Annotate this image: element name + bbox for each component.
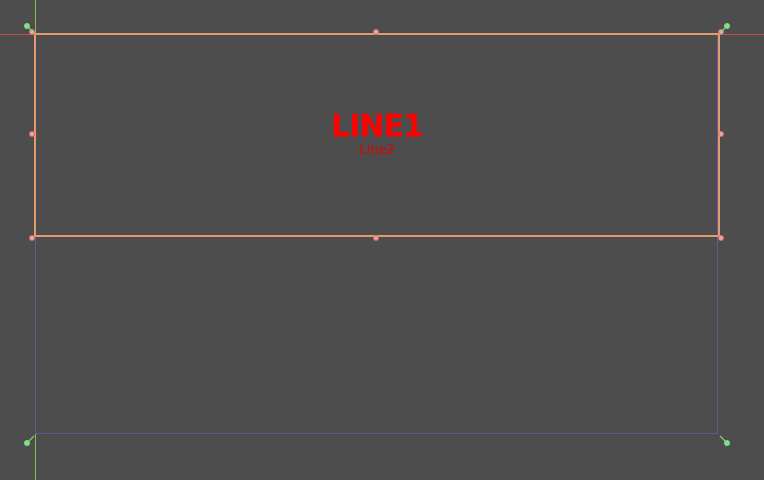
anchor-top-right-icon[interactable] [719,22,731,34]
label-node[interactable]: LINE1 Line2 [34,33,720,237]
resize-handle-right-icon[interactable] [718,131,724,137]
resize-handle-bottom-icon[interactable] [373,235,379,241]
anchor-top-left-icon[interactable] [23,22,35,34]
resize-handle-bottom-right-icon[interactable] [718,235,724,241]
label-line1-text: LINE1 [331,107,424,145]
editor-viewport[interactable]: LINE1 Line2 [0,0,764,480]
resize-handle-left-icon[interactable] [29,131,35,137]
anchor-bottom-left-icon[interactable] [23,435,35,447]
label-line2-text: Line2 [359,142,395,158]
resize-handle-top-icon[interactable] [373,29,379,35]
resize-handle-bottom-left-icon[interactable] [29,235,35,241]
anchor-bottom-right-icon[interactable] [719,435,731,447]
